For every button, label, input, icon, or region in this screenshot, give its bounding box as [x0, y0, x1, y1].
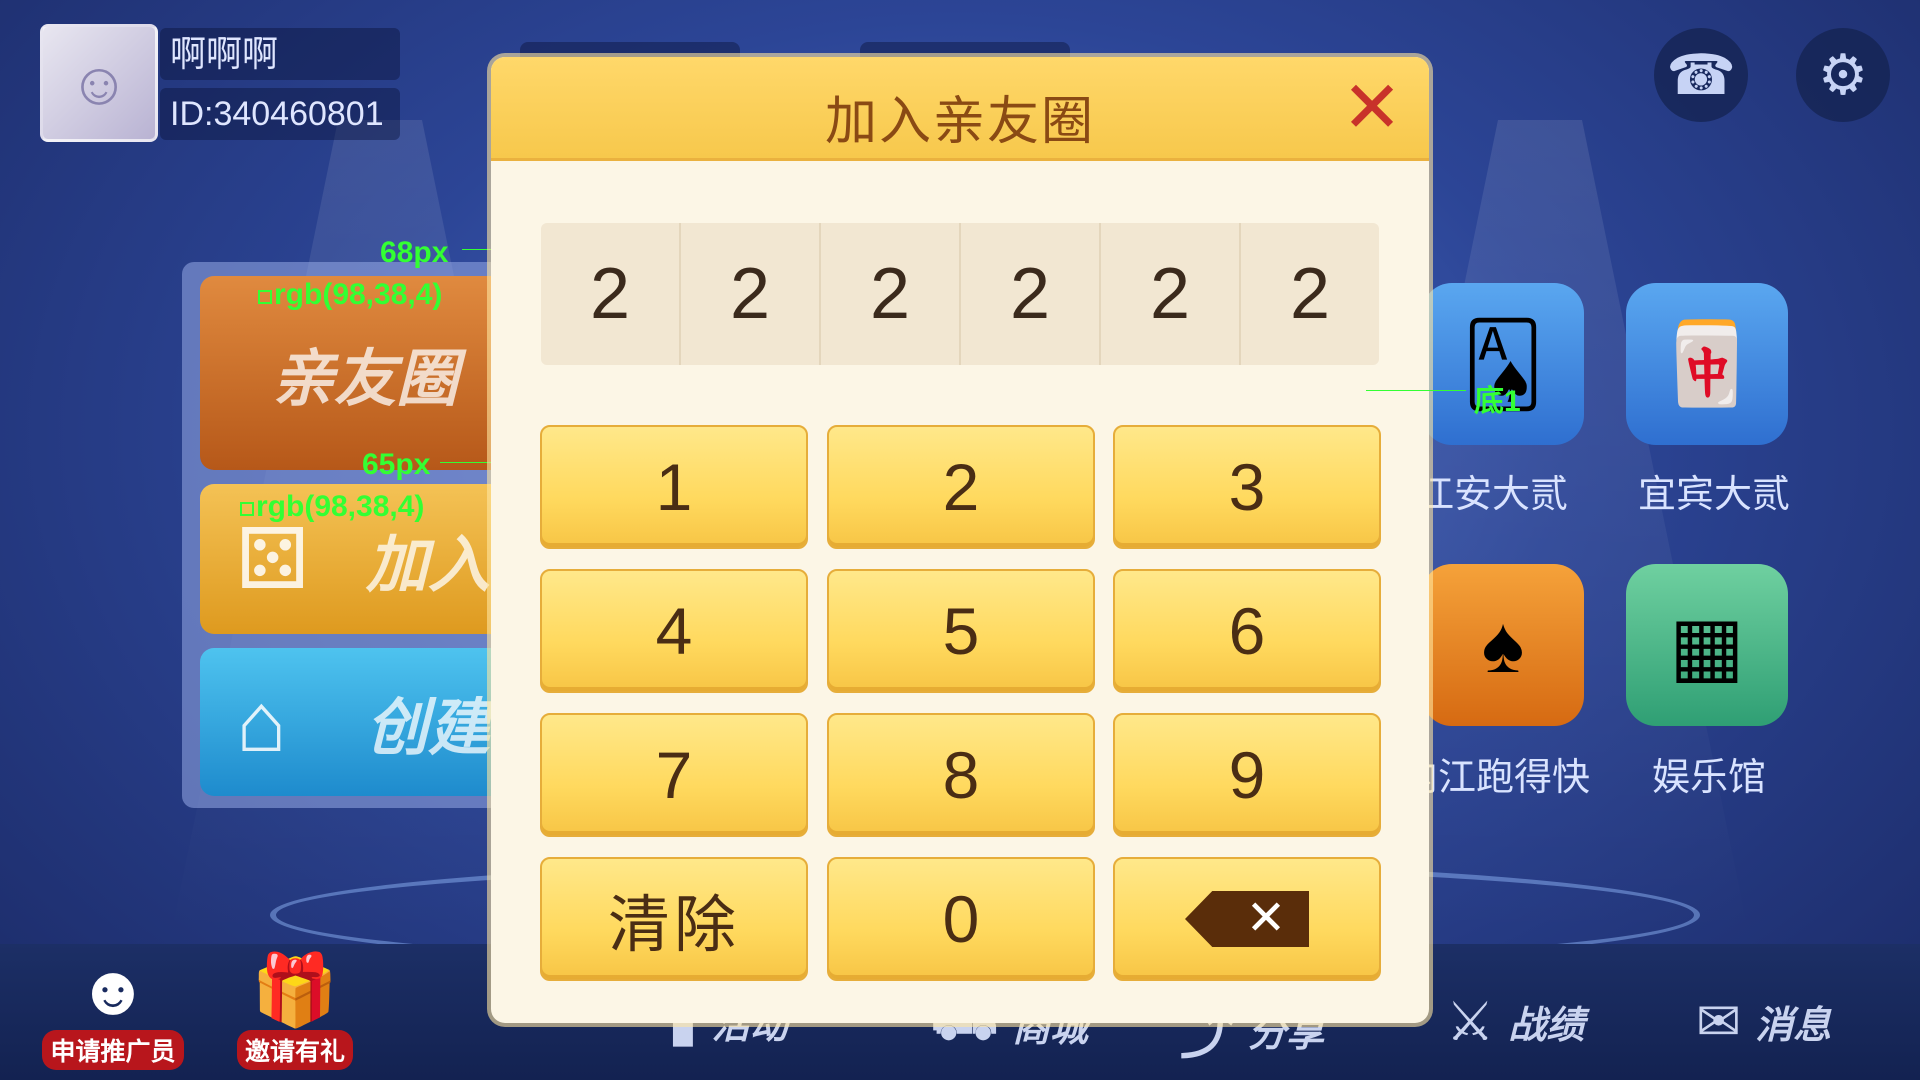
- annotation-color-2-text: rgb(98,38,4): [256, 490, 425, 523]
- message-label: 消息: [1755, 1005, 1832, 1047]
- menu-label-join: 加入: [366, 531, 491, 600]
- key-0[interactable]: 0: [827, 857, 1095, 981]
- game-yibin-dae[interactable]: 🀄: [1626, 283, 1788, 445]
- annotation-size-2: 65px: [362, 448, 431, 481]
- record-button[interactable]: ⚔ 战绩: [1446, 990, 1584, 1053]
- menu-label-friend-circle: 亲友圈: [272, 345, 459, 414]
- code-digit: 2: [541, 223, 681, 365]
- key-2[interactable]: 2: [827, 425, 1095, 549]
- close-icon[interactable]: ✕: [1337, 72, 1407, 145]
- game-label-hall: 娱乐馆: [1652, 757, 1767, 799]
- key-1[interactable]: 1: [540, 425, 808, 549]
- apply-promoter-button[interactable]: ☻ 申请推广员: [38, 950, 188, 1070]
- game-entertainment-hall[interactable]: ▦: [1626, 564, 1788, 726]
- code-digit: 2: [961, 223, 1101, 365]
- invite-gift-label: 邀请有礼: [236, 1030, 353, 1070]
- left-menu-panel: 亲友圈 ⚄ 加入 ⌂ 创建: [182, 262, 510, 808]
- code-digit: 2: [1289, 254, 1331, 334]
- dice-icon: ⚄: [236, 512, 310, 606]
- menu-label-create: 创建: [366, 694, 491, 763]
- apply-promoter-label: 申请推广员: [42, 1030, 184, 1070]
- annotation-label-3: 底1: [1474, 385, 1521, 418]
- user-id: ID:340460801: [160, 88, 400, 140]
- annotation-color-1: rgb(98,38,4): [258, 278, 442, 312]
- tile-grid-icon: ▦: [1669, 600, 1745, 690]
- code-display: 2 2 2 2 2 2: [541, 223, 1379, 365]
- invite-gift-button[interactable]: 🎁 邀请有礼: [220, 950, 370, 1070]
- username: 啊啊啊: [160, 28, 400, 80]
- house-spade-icon: ⌂: [236, 674, 287, 769]
- avatar[interactable]: ☺: [40, 24, 158, 142]
- key-4[interactable]: 4: [540, 569, 808, 693]
- game-label-jiangan: 江安大贰: [1416, 474, 1569, 516]
- headset-icon[interactable]: ☎: [1654, 28, 1748, 122]
- key-7[interactable]: 7: [540, 713, 808, 837]
- mahjong-tiles-icon: 🀄: [1657, 319, 1757, 408]
- envelope-icon: ✉: [1696, 992, 1742, 1052]
- backspace-icon: ✕: [1185, 891, 1309, 947]
- key-3[interactable]: 3: [1113, 425, 1381, 549]
- create-button[interactable]: ⌂ 创建: [200, 648, 510, 796]
- dialog-title: 加入亲友圈: [824, 93, 1095, 151]
- key-8[interactable]: 8: [827, 713, 1095, 837]
- mascot-icon: ☻: [76, 951, 150, 1029]
- clear-button[interactable]: 清除: [540, 857, 808, 981]
- key-6[interactable]: 6: [1113, 569, 1381, 693]
- game-jiangan-dae[interactable]: 🂡: [1422, 283, 1584, 445]
- game-label-yibin: 宜宾大贰: [1638, 474, 1791, 516]
- annotation-size-1: 68px: [380, 236, 449, 269]
- dialog-header: 加入亲友圈 ✕: [491, 57, 1429, 161]
- annotation-line-3: [1366, 390, 1466, 391]
- gift-icon: 🎁: [251, 951, 339, 1029]
- crossed-swords-icon: ⚔: [1446, 992, 1495, 1052]
- key-9[interactable]: 9: [1113, 713, 1381, 837]
- playing-card-icon: ♠: [1481, 600, 1525, 689]
- record-label: 战绩: [1508, 1005, 1585, 1047]
- annotation-color-2: rgb(98,38,4): [240, 490, 424, 524]
- key-5[interactable]: 5: [827, 569, 1095, 693]
- code-digit: 2: [821, 223, 961, 365]
- game-neijiang-pdk[interactable]: ♠: [1422, 564, 1584, 726]
- gear-icon[interactable]: ⚙: [1796, 28, 1890, 122]
- join-circle-dialog: 加入亲友圈 ✕ 2 2 2 2 2 2 1 2 3 4 5 6 7 8 9 清除…: [491, 57, 1429, 1023]
- backspace-button[interactable]: ✕: [1113, 857, 1381, 981]
- code-digit: 2: [681, 223, 821, 365]
- annotation-color-1-text: rgb(98,38,4): [274, 278, 443, 311]
- message-button[interactable]: ✉ 消息: [1696, 990, 1831, 1053]
- code-digit: 2: [1101, 223, 1241, 365]
